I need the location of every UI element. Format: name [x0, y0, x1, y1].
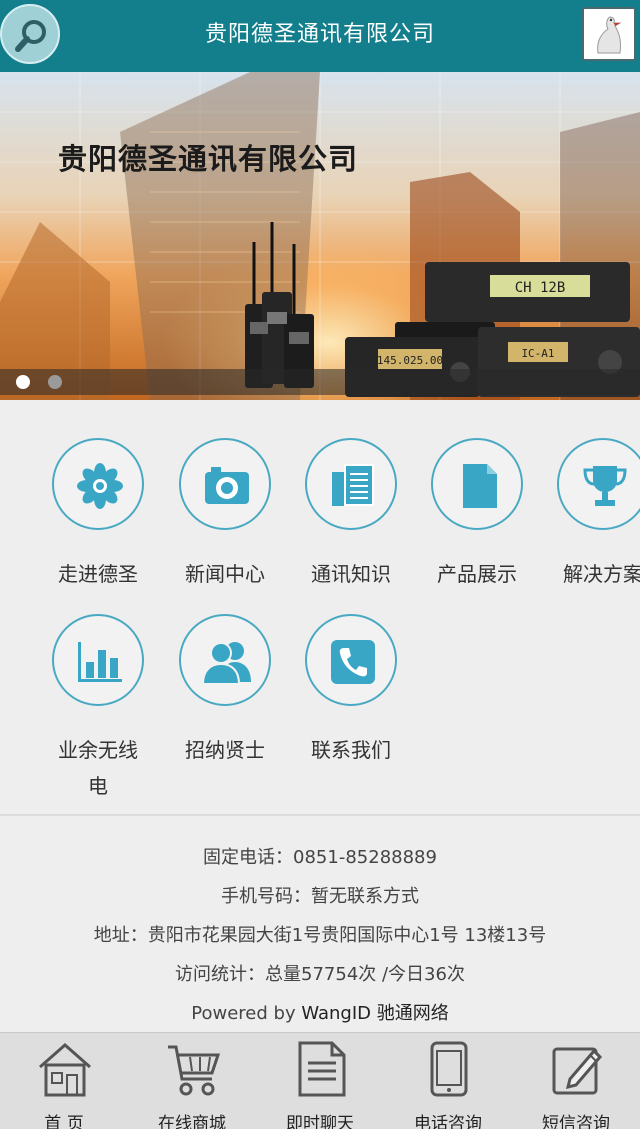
- people-icon: [201, 642, 251, 685]
- address: 地址：贵阳市花果园大街1号贵阳国际中心1号 13楼13号: [93, 925, 547, 946]
- phone-icon: [331, 640, 375, 684]
- bottom-nav: 首 页 在线商城 即时聊天 电话咨询 短信咨询: [0, 1032, 640, 1129]
- nav-label: 即时聊天: [286, 1114, 354, 1129]
- page-title: 贵阳德圣通讯有限公司: [204, 22, 435, 47]
- menu-item-circle: [52, 438, 144, 530]
- menu-item-label: 联系我们: [311, 738, 391, 762]
- powered-prefix: Powered by: [191, 1003, 296, 1024]
- menu-item-contact[interactable]: 联系我们: [288, 614, 414, 768]
- nav-sms[interactable]: 短信咨询: [512, 1033, 640, 1129]
- nav-label: 短信咨询: [542, 1114, 610, 1129]
- menu-item-label: 通讯知识: [311, 562, 391, 586]
- menu-item-circle: [179, 614, 271, 706]
- menu-item-recruit[interactable]: 招纳贤士: [162, 614, 288, 768]
- menu-item-circle: [305, 614, 397, 706]
- company-logo[interactable]: [582, 7, 636, 61]
- camera-icon: [205, 467, 249, 504]
- section-divider: [0, 814, 640, 816]
- file-icon: [463, 464, 497, 508]
- search-icon: [15, 20, 46, 52]
- powered-brand-link[interactable]: WangID 驰通网络: [301, 1003, 448, 1024]
- radio-display-1: CH 12B: [515, 280, 566, 296]
- edit-message-icon: [552, 1047, 603, 1095]
- menu-item-label: 新闻中心: [185, 562, 265, 586]
- menu-item-products[interactable]: 产品展示: [414, 438, 540, 592]
- menu-item-about[interactable]: 走进德圣: [35, 438, 161, 592]
- hero-banner[interactable]: CH 12B 145.025.00 IC-A1 贵阳德圣通讯有限公司: [0, 72, 640, 400]
- powered-by: Powered by WangID 驰通网络: [0, 996, 640, 1035]
- menu-item-circle: [52, 614, 144, 706]
- visit-stats: 访问统计：总量57754次 /今日36次: [175, 964, 465, 985]
- documents-icon: [332, 464, 374, 506]
- menu-item-amateur-radio[interactable]: 业余无线电: [35, 614, 161, 804]
- carousel-dot-1[interactable]: [16, 375, 30, 389]
- menu-grid: 走进德圣 新闻中心 通讯知识 产品展示 解决方案 业余无线电 招纳贤士 联系我们: [0, 400, 640, 814]
- menu-item-news[interactable]: 新闻中心: [162, 438, 288, 592]
- radio-display-2: 145.025.00: [377, 354, 443, 367]
- nav-shop[interactable]: 在线商城: [128, 1033, 256, 1129]
- banner-title: 贵阳德圣通讯有限公司: [58, 142, 359, 176]
- flower-icon: [77, 463, 123, 509]
- menu-item-circle: [179, 438, 271, 530]
- radio-display-3: IC-A1: [521, 347, 554, 360]
- mobile-phone-icon: [430, 1041, 468, 1097]
- nav-chat[interactable]: 即时聊天: [256, 1033, 384, 1129]
- trophy-icon: [583, 466, 627, 506]
- nav-label: 首 页: [44, 1114, 84, 1129]
- nav-home[interactable]: 首 页: [0, 1033, 128, 1129]
- top-header: 贵阳德圣通讯有限公司: [0, 0, 640, 72]
- menu-item-label: 走进德圣: [58, 562, 138, 586]
- chat-doc-icon: [298, 1041, 346, 1097]
- search-button[interactable]: [0, 4, 60, 64]
- menu-item-circle: [431, 438, 523, 530]
- nav-label: 在线商城: [158, 1114, 226, 1129]
- contact-info: 固定电话：0851-85288889 手机号码：暂无联系方式 地址：贵阳市花果园…: [0, 840, 640, 1035]
- nav-label: 电话咨询: [414, 1114, 482, 1129]
- menu-item-solutions[interactable]: 解决方案: [540, 438, 640, 592]
- banner-illustration: CH 12B 145.025.00 IC-A1: [0, 72, 640, 400]
- bar-chart-icon: [78, 642, 122, 682]
- mobile-phone: 手机号码：暂无联系方式: [221, 886, 419, 907]
- nav-phone[interactable]: 电话咨询: [384, 1033, 512, 1129]
- carousel-dot-2[interactable]: [48, 375, 62, 389]
- menu-item-label: 解决方案: [563, 562, 640, 586]
- carousel-indicator: [0, 369, 640, 395]
- fixed-phone[interactable]: 固定电话：0851-85288889: [0, 840, 640, 879]
- menu-item-circle: [305, 438, 397, 530]
- menu-item-label: 业余无线电: [58, 738, 138, 798]
- menu-item-knowledge[interactable]: 通讯知识: [288, 438, 414, 592]
- menu-item-label: 招纳贤士: [185, 738, 265, 762]
- home-icon: [39, 1043, 91, 1097]
- bird-logo-icon: [584, 9, 634, 59]
- menu-item-circle: [557, 438, 640, 530]
- cart-icon: [168, 1045, 221, 1096]
- menu-item-label: 产品展示: [437, 562, 517, 586]
